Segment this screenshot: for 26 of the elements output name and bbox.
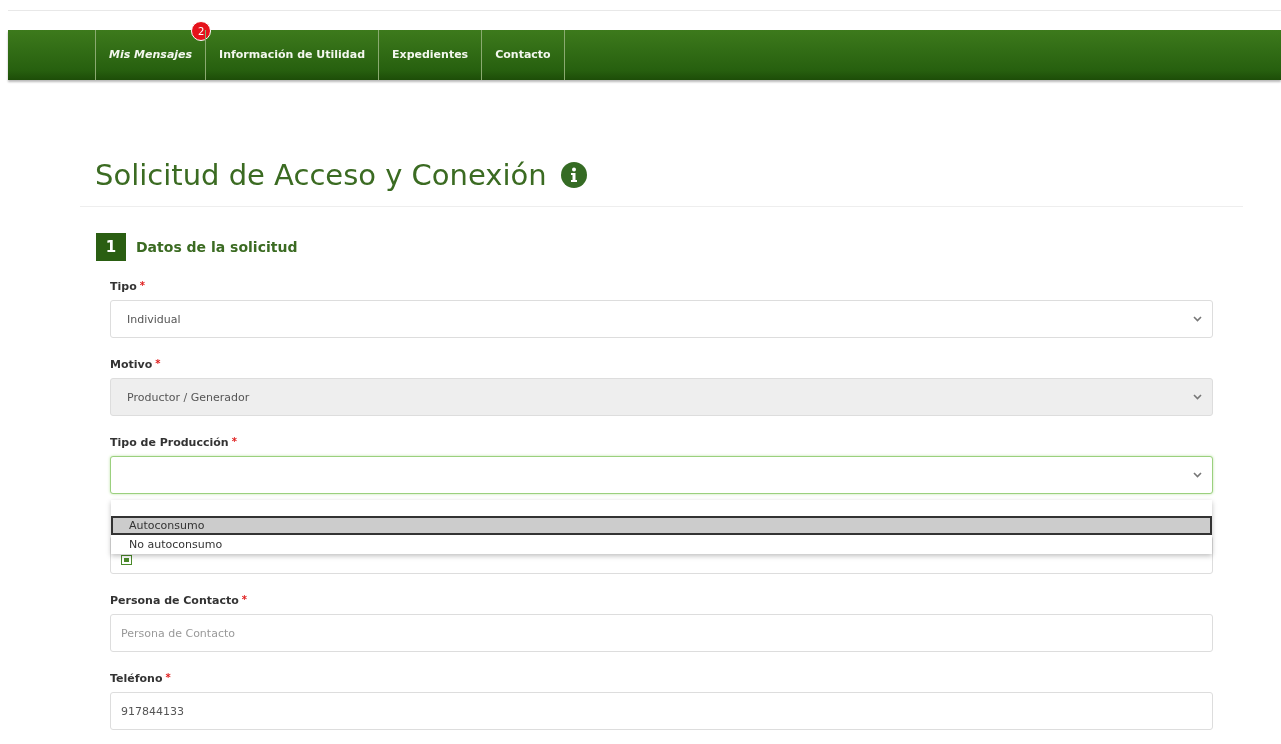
chevron-down-icon <box>1193 472 1202 478</box>
notification-badge: 2 <box>191 21 212 41</box>
required-mark: * <box>165 672 171 685</box>
nav-link[interactable]: Mis Mensajes <box>96 46 206 64</box>
field-label: Teléfono <box>110 672 163 685</box>
field-label: Tipo de Producción <box>110 436 229 449</box>
page-title: Solicitud de Acceso y Conexión <box>95 158 547 192</box>
dropdown-option[interactable]: No autoconsumo <box>111 535 1212 554</box>
field-label: Motivo <box>110 358 153 371</box>
field-label: Tipo <box>110 280 137 293</box>
dropdown-option[interactable]: Autoconsumo <box>111 516 1212 535</box>
required-mark: * <box>155 358 161 371</box>
input-field[interactable]: 917844133 <box>110 692 1213 730</box>
nav-link[interactable]: Información de Utilidad <box>206 46 378 64</box>
info-icon[interactable] <box>560 162 587 188</box>
required-mark: * <box>139 280 145 293</box>
nav-link[interactable]: Expedientes <box>379 46 482 64</box>
field-label: Persona de Contacto <box>110 594 239 607</box>
chevron-down-icon <box>1193 316 1202 322</box>
select-field[interactable]: Individual <box>110 300 1213 338</box>
chevron-down-icon <box>1193 394 1202 400</box>
step-number: 1 <box>96 233 126 261</box>
nav-link[interactable]: Contacto <box>482 46 564 64</box>
required-mark: * <box>231 436 237 449</box>
required-mark: * <box>241 594 247 607</box>
section-title: Datos de la solicitud <box>136 239 298 255</box>
